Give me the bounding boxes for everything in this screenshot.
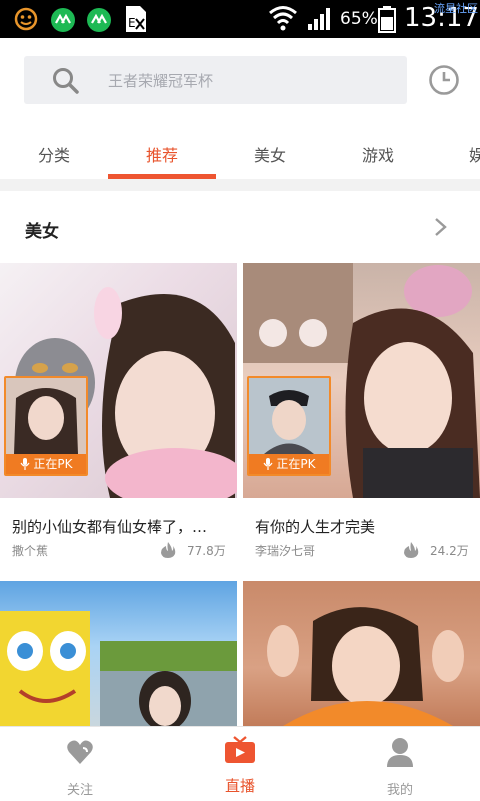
stream-thumbnail <box>0 581 237 726</box>
svg-text:E: E <box>128 16 136 30</box>
heat-count: 77.8万 <box>187 544 226 558</box>
pk-avatar <box>6 378 86 454</box>
status-bar: E 65% 13:17 流星社区 <box>0 0 480 38</box>
nav-me[interactable]: 我的 <box>320 727 480 801</box>
stream-card[interactable] <box>243 581 480 726</box>
pk-avatar <box>249 378 329 454</box>
battery-icon <box>378 6 396 33</box>
wifi-icon <box>269 6 297 31</box>
tab-category[interactable]: 分类 <box>38 142 70 166</box>
search-placeholder: 王者荣耀冠军杯 <box>108 72 214 90</box>
search-input[interactable]: 王者荣耀冠军杯 <box>24 56 407 104</box>
tab-recommended[interactable]: 推荐 <box>146 142 178 166</box>
stream-card[interactable]: 正在PK 别的小仙女都有仙女棒了，… 撒个蕉 77.8万 <box>0 263 237 563</box>
heart-icon <box>67 740 93 764</box>
tab-beauty[interactable]: 美女 <box>254 142 286 166</box>
smiley-icon <box>14 7 38 31</box>
pk-badge-label: 正在PK <box>276 457 316 471</box>
stream-title: 有你的人生才完美 <box>255 518 376 536</box>
nav-me-label: 我的 <box>386 783 413 798</box>
stream-title: 别的小仙女都有仙女棒了，… <box>12 518 208 536</box>
nav-follow-label: 关注 <box>66 783 93 798</box>
watermark: 流星社区 <box>434 2 478 15</box>
stream-thumbnail <box>243 581 480 726</box>
tab-entertainment[interactable]: 娱 <box>469 142 480 166</box>
nav-follow[interactable]: 关注 <box>0 727 160 801</box>
sim-icon: E <box>126 6 146 32</box>
pk-badge: 正在PK <box>249 454 329 474</box>
search-icon <box>53 68 79 94</box>
mic-icon <box>263 458 273 470</box>
app-icon <box>51 8 75 32</box>
nav-live-label: 直播 <box>224 777 255 795</box>
thumbnail-art <box>267 607 464 726</box>
pk-preview: 正在PK <box>247 376 331 476</box>
thumbnail-art <box>0 611 237 726</box>
streamer-name: 李瑞汐七哥 <box>255 544 316 558</box>
stream-card[interactable]: 正在PK 有你的人生才完美 李瑞汐七哥 24.2万 <box>243 263 480 563</box>
section-title: 美女 <box>25 222 59 242</box>
mic-icon <box>20 458 30 470</box>
pk-badge: 正在PK <box>6 454 86 474</box>
tab-games[interactable]: 游戏 <box>362 142 394 166</box>
history-clock-icon[interactable] <box>428 64 460 96</box>
stream-thumbnail: 正在PK <box>243 263 480 498</box>
fire-icon <box>404 542 419 558</box>
stream-thumbnail: 正在PK <box>0 263 237 498</box>
pk-preview: 正在PK <box>4 376 88 476</box>
bottom-nav: 关注 直播 我的 <box>0 726 480 801</box>
heat-count: 24.2万 <box>430 544 469 558</box>
chevron-right-icon[interactable] <box>432 217 448 237</box>
fire-icon <box>161 542 176 558</box>
tv-icon <box>225 736 255 763</box>
section-divider <box>0 179 480 191</box>
app-icon <box>87 8 111 32</box>
signal-icon <box>308 8 330 30</box>
streamer-name: 撒个蕉 <box>12 544 49 558</box>
person-icon <box>387 738 413 767</box>
nav-live[interactable]: 直播 <box>160 727 320 801</box>
pk-badge-label: 正在PK <box>33 457 73 471</box>
stream-card[interactable] <box>0 581 237 726</box>
battery-percent: 65% <box>340 9 378 29</box>
